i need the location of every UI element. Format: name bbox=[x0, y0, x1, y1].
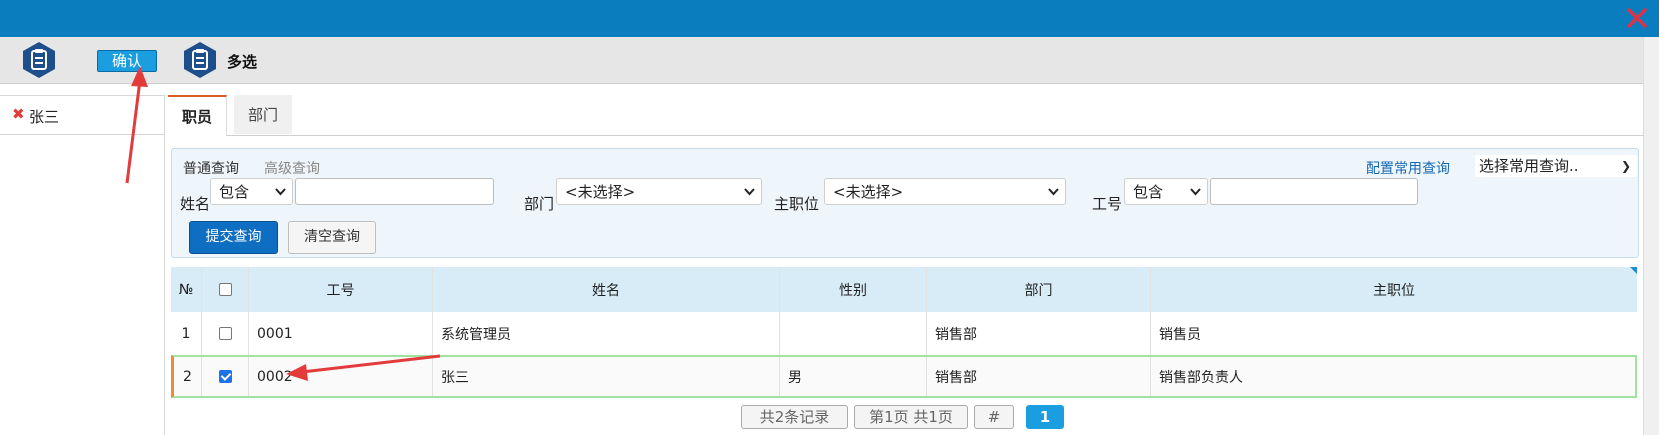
selected-item[interactable]: ✖ 张三 bbox=[0, 95, 164, 135]
row-position: 销售部负责人 bbox=[1159, 369, 1243, 386]
advanced-query-tab[interactable]: 高级查询 bbox=[264, 158, 320, 178]
normal-query-tab[interactable]: 普通查询 bbox=[183, 158, 239, 178]
name-operator-select[interactable]: 包含 bbox=[210, 178, 293, 205]
current-page-button[interactable]: 1 bbox=[1026, 405, 1064, 429]
confirm-button[interactable]: 确认 bbox=[97, 50, 157, 72]
clipboard-icon[interactable] bbox=[181, 41, 219, 79]
remove-icon[interactable]: ✖ bbox=[12, 105, 25, 123]
position-select-value: <未选择> bbox=[833, 183, 904, 201]
header-gender[interactable]: 性别 bbox=[780, 267, 927, 312]
employee-id-label: 工号 bbox=[1092, 195, 1123, 213]
common-query-select[interactable]: 选择常用查询.. ❯ bbox=[1475, 155, 1637, 177]
tab-department[interactable]: 部门 bbox=[234, 95, 293, 134]
common-query-select-value: 选择常用查询.. bbox=[1479, 157, 1579, 175]
employee-id-input[interactable] bbox=[1210, 178, 1418, 205]
row-gender: 男 bbox=[780, 357, 927, 396]
header-position[interactable]: 主职位 bbox=[1151, 267, 1637, 312]
position-select[interactable]: <未选择> bbox=[824, 178, 1066, 205]
header-employee-id[interactable]: 工号 bbox=[249, 267, 433, 312]
name-label: 姓名 bbox=[180, 195, 211, 213]
chevron-down-icon bbox=[744, 188, 755, 196]
name-operator-value: 包含 bbox=[219, 183, 250, 201]
clear-query-button[interactable]: 清空查询 bbox=[288, 221, 376, 254]
header-name[interactable]: 姓名 bbox=[433, 267, 780, 312]
position-label: 主职位 bbox=[774, 195, 820, 213]
row-department: 销售部 bbox=[927, 357, 1151, 396]
row-gender bbox=[780, 312, 927, 355]
total-records: 共2条记录 bbox=[741, 405, 848, 429]
dept-select[interactable]: <未选择> bbox=[556, 178, 762, 205]
dept-select-value: <未选择> bbox=[565, 183, 636, 201]
row-employee-id: 0001 bbox=[249, 312, 433, 355]
clipboard-icon[interactable] bbox=[20, 41, 58, 79]
header-select-all[interactable] bbox=[202, 267, 249, 312]
query-panel: 普通查询 高级查询 配置常用查询 选择常用查询.. ❯ 姓名 包含 部门 <未选… bbox=[171, 148, 1639, 258]
name-input[interactable] bbox=[295, 178, 494, 205]
row-checkbox-cell[interactable] bbox=[202, 357, 249, 396]
employee-id-operator-value: 包含 bbox=[1133, 183, 1164, 201]
row-checkbox[interactable] bbox=[218, 370, 232, 383]
grid-header: № 工号 姓名 性别 部门 主职位 bbox=[171, 267, 1637, 312]
row-name: 系统管理员 bbox=[433, 312, 780, 355]
employee-id-operator-select[interactable]: 包含 bbox=[1124, 178, 1208, 205]
chevron-down-icon: ❯ bbox=[1620, 159, 1631, 173]
window-titlebar bbox=[0, 0, 1659, 37]
toolbar: 确认 多选 bbox=[0, 37, 1644, 84]
selected-panel: ✖ 张三 bbox=[0, 95, 165, 435]
select-all-checkbox[interactable] bbox=[218, 283, 232, 296]
scrollbar[interactable] bbox=[1643, 37, 1659, 435]
corner-marker bbox=[1630, 267, 1637, 274]
header-department[interactable]: 部门 bbox=[927, 267, 1151, 312]
selected-item-name: 张三 bbox=[29, 108, 60, 126]
row-checkbox-cell[interactable] bbox=[202, 312, 249, 355]
row-name: 张三 bbox=[433, 357, 780, 396]
row-position: 销售员 bbox=[1159, 326, 1201, 343]
tab-staff[interactable]: 职员 bbox=[168, 95, 228, 136]
row-no: 2 bbox=[174, 357, 202, 396]
config-common-query-link[interactable]: 配置常用查询 bbox=[1366, 158, 1450, 178]
row-checkbox[interactable] bbox=[218, 327, 232, 340]
table-row[interactable]: 2 0002 张三 男 销售部 销售部负责人 bbox=[171, 355, 1637, 398]
dept-label: 部门 bbox=[524, 195, 555, 213]
table-row[interactable]: 1 0001 系统管理员 销售部 销售员 bbox=[171, 312, 1637, 356]
submit-query-button[interactable]: 提交查询 bbox=[189, 221, 278, 254]
close-icon[interactable] bbox=[1625, 6, 1649, 30]
header-no: № bbox=[171, 267, 202, 312]
tab-bar: 职员 部门 bbox=[168, 95, 1644, 136]
row-employee-id: 0002 bbox=[249, 357, 433, 396]
chevron-down-icon bbox=[1190, 188, 1201, 196]
page-info: 第1页 共1页 bbox=[854, 405, 968, 429]
row-no: 1 bbox=[171, 312, 202, 355]
chevron-down-icon bbox=[275, 188, 286, 196]
multi-select-button[interactable]: 多选 bbox=[227, 51, 257, 72]
page-jump-button[interactable]: # bbox=[974, 405, 1014, 429]
chevron-down-icon bbox=[1048, 188, 1059, 196]
row-department: 销售部 bbox=[927, 312, 1151, 355]
